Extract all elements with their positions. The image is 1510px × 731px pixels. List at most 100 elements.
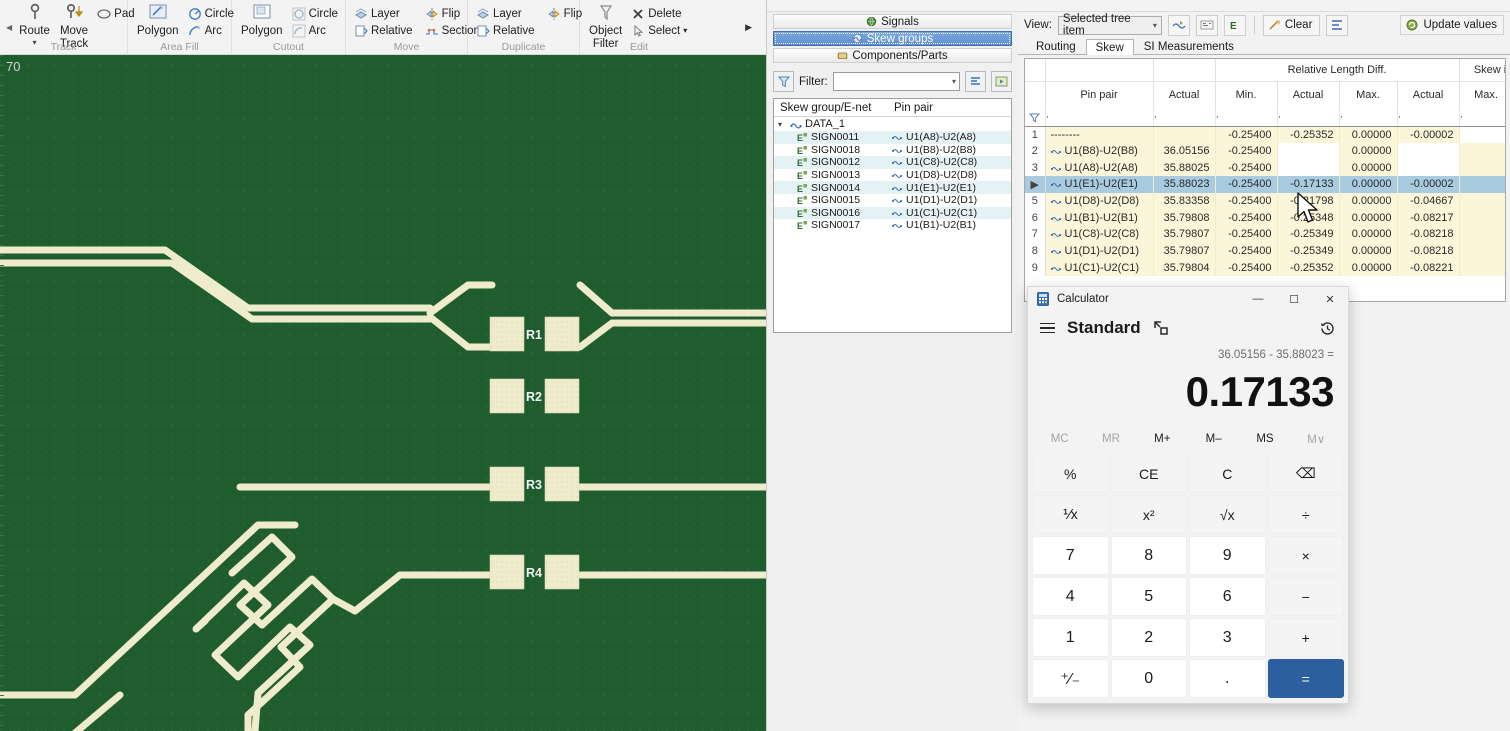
view-selector[interactable]: Selected tree item ▾ (1057, 13, 1162, 37)
key-six[interactable]: 6 (1189, 577, 1266, 616)
key-subtract[interactable]: − (1267, 577, 1344, 616)
tab-components-parts[interactable]: Components/Parts (773, 48, 1012, 63)
tree-cell-net[interactable]: E SIGN0013 (774, 169, 888, 181)
tree-cell-net[interactable]: E SIGN0018 (774, 144, 888, 156)
key-divide[interactable]: ÷ (1267, 495, 1344, 534)
key-zero[interactable]: 0 (1110, 659, 1187, 698)
table-row[interactable]: 2 U1(B8)-U2(B8) 36.05156 -0.25400 0.00000 (1025, 142, 1505, 160)
area-fill-polygon-button[interactable]: Polygon (134, 3, 182, 38)
tree-cell-pin-pair[interactable]: U1(E1)-U2(E1) (888, 182, 1011, 194)
key-multiply[interactable]: × (1267, 536, 1344, 575)
table-row[interactable]: 9 U1(C1)-U2(C1) 35.79804 -0.25400 -0.25352 0.… (1025, 259, 1505, 277)
key-percent[interactable]: % (1032, 454, 1109, 493)
tree-cell-pin-pair[interactable]: U1(A8)-U2(A8) (888, 131, 1011, 143)
key-backspace[interactable]: ⌫ (1267, 454, 1344, 493)
memory-button-m[interactable]: M+ (1137, 433, 1188, 445)
key-decimal[interactable]: . (1189, 659, 1266, 698)
memory-button-mc[interactable]: MC (1034, 433, 1085, 445)
filter-cell-rld-actual-2[interactable]: · (1397, 109, 1460, 127)
move-relative-button[interactable]: Relative (352, 23, 415, 39)
tree-cell-net[interactable]: E SIGN0015 (774, 194, 888, 206)
hamburger-icon[interactable] (1040, 322, 1055, 334)
filter-text-input[interactable] (833, 75, 952, 88)
tab-skew-groups[interactable]: Skew groups (773, 31, 1012, 46)
pcb-canvas[interactable]: R1 R2 R3 R4 (0, 55, 766, 731)
update-values-button[interactable]: Update values (1400, 15, 1504, 35)
cutout-arc-button[interactable]: Arc (290, 23, 340, 39)
filter-input[interactable]: ▾ (832, 72, 960, 91)
skew-group-tree[interactable]: Skew group/E-net Pin pair ▾ DATA_1 E SIGN… (773, 98, 1012, 333)
filter-cell-rld-max[interactable]: · (1339, 109, 1398, 127)
tree-cell-net[interactable]: E SIGN0017 (774, 219, 888, 231)
key-four[interactable]: 4 (1032, 577, 1109, 616)
key-negate[interactable]: ⁺⁄₋ (1032, 659, 1109, 698)
report-button[interactable] (1195, 14, 1218, 36)
sort-button[interactable] (965, 71, 986, 92)
tree-cell-pin-pair[interactable]: U1(B8)-U2(B8) (888, 144, 1011, 156)
tree-row[interactable]: E SIGN0017 U1(B1)-U2(B1) (774, 219, 1011, 232)
key-seven[interactable]: 7 (1032, 536, 1109, 575)
tree-root-row[interactable]: ▾ DATA_1 (774, 117, 1011, 131)
key-equals[interactable]: = (1267, 659, 1344, 698)
skew-results-grid[interactable]: Relative Length Diff. Skew in Pin Pai Pi… (1024, 58, 1506, 302)
select-button[interactable]: Select ▾ (629, 23, 689, 39)
chevron-down-icon[interactable]: ▾ (1153, 21, 1157, 30)
column-header-rld-max[interactable]: Max. (1339, 81, 1398, 109)
filter-cell-rld-actual[interactable]: · (1277, 109, 1340, 127)
tree-cell-pin-pair[interactable]: U1(C1)-U2(C1) (888, 207, 1011, 219)
ribbon-overflow-icon[interactable]: ▶ (745, 22, 752, 33)
tab-si-measurements[interactable]: SI Measurements (1134, 38, 1244, 54)
memory-button-ms[interactable]: MS (1239, 433, 1290, 445)
tree-row[interactable]: E SIGN0018 U1(B8)-U2(B8) (774, 144, 1011, 157)
duplicate-flip-button[interactable]: Flip (545, 6, 585, 22)
filter-funnel-button[interactable] (773, 71, 794, 92)
tree-row[interactable]: E SIGN0013 U1(D8)-U2(D8) (774, 169, 1011, 182)
key-clear-entry[interactable]: CE (1110, 454, 1187, 493)
delete-button[interactable]: Delete (629, 6, 689, 22)
filter-row-icon-cell[interactable] (1025, 109, 1046, 127)
tree-cell-pin-pair[interactable]: U1(C8)-U2(C8) (888, 156, 1011, 168)
calculator-titlebar[interactable]: Calculator — ☐ ✕ (1028, 287, 1348, 311)
column-header-rld-actual-2[interactable]: Actual (1397, 81, 1460, 109)
filter-cell-rld-min[interactable]: · (1215, 109, 1278, 127)
tree-row[interactable]: E SIGN0016 U1(C1)-U2(C1) (774, 206, 1011, 220)
key-reciprocal[interactable]: ⅟x (1032, 495, 1109, 534)
tree-cell-net[interactable]: E SIGN0011 (774, 131, 888, 143)
tree-row[interactable]: E SIGN0014 U1(E1)-U2(E1) (774, 181, 1011, 194)
tree-cell-net[interactable]: E SIGN0016 (774, 207, 888, 219)
column-header-rld-actual[interactable]: Actual (1277, 81, 1340, 109)
chevron-down-icon[interactable]: ▾ (952, 77, 956, 86)
table-row[interactable]: 8 U1(D1)-U2(D1) 35.79807 -0.25400 -0.25349 0.… (1025, 242, 1505, 260)
key-nine[interactable]: 9 (1189, 536, 1266, 575)
table-row[interactable]: 7 U1(C8)-U2(C8) 35.79807 -0.25400 -0.25349 0.… (1025, 226, 1505, 243)
tree-cell-pin-pair[interactable]: U1(B1)-U2(B1) (888, 219, 1011, 231)
memory-button-m[interactable]: M– (1188, 433, 1239, 445)
key-eight[interactable]: 8 (1110, 536, 1187, 575)
tree-row[interactable]: E SIGN0011 U1(A8)-U2(A8) (774, 131, 1011, 144)
area-fill-arc-button[interactable]: Arc (186, 23, 236, 39)
filter-cell-pin-pair[interactable]: · (1044, 109, 1154, 127)
tree-row[interactable]: E SIGN0015 U1(D1)-U2(D1) (774, 194, 1011, 207)
maximize-button[interactable]: ☐ (1276, 287, 1312, 311)
duplicate-relative-button[interactable]: Relative (474, 23, 537, 39)
clear-button[interactable]: Clear (1262, 14, 1321, 36)
table-row[interactable]: 5 U1(D8)-U2(D8) 35.83358 -0.25400 -0.21798 0.… (1025, 192, 1505, 210)
key-square-root[interactable]: √x (1189, 495, 1266, 534)
close-button[interactable]: ✕ (1312, 287, 1348, 311)
tree-expand-toggle[interactable]: ▾ (778, 120, 787, 129)
duplicate-layer-button[interactable]: Layer (474, 6, 537, 22)
key-clear[interactable]: C (1189, 454, 1266, 493)
key-square[interactable]: x² (1110, 495, 1187, 534)
highlight-button[interactable] (1167, 14, 1190, 36)
select-dropdown-caret[interactable]: ▾ (683, 24, 687, 38)
history-icon[interactable] (1319, 320, 1336, 337)
tab-signals[interactable]: Signals (773, 14, 1012, 29)
move-layer-button[interactable]: Layer (352, 6, 415, 22)
filter-cell-actual[interactable]: · (1153, 109, 1216, 127)
table-row[interactable]: ▶ U1(E1)-U2(E1) 35.88023 -0.25400 -0.17133 0.… (1025, 176, 1505, 193)
key-five[interactable]: 5 (1110, 577, 1187, 616)
key-three[interactable]: 3 (1189, 618, 1266, 657)
tree-cell-pin-pair[interactable]: U1(D1)-U2(D1) (888, 194, 1011, 206)
column-header-rld-min[interactable]: Min. (1215, 81, 1278, 109)
column-header-skew-max[interactable]: Max. (1459, 81, 1505, 109)
